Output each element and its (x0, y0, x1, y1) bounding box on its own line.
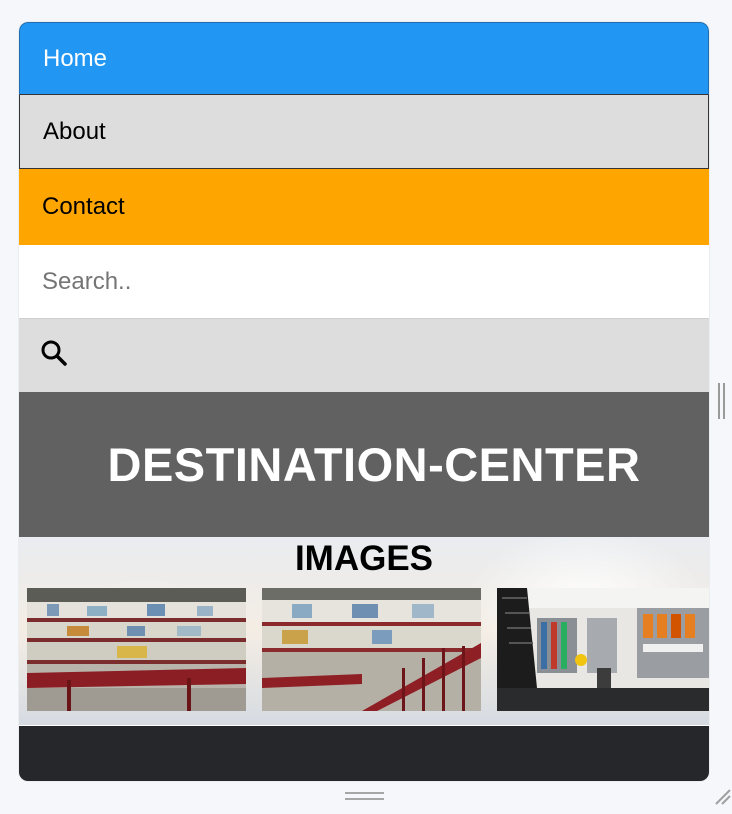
page-frame: Home About Contact DESTINATION-CENTER IM… (19, 22, 709, 781)
images-heading: IMAGES (294, 539, 434, 578)
nav-contact-label: Contact (42, 193, 125, 220)
banner-title: DESTINATION-CENTER (107, 438, 641, 491)
nav-contact-link[interactable]: Contact (19, 169, 709, 245)
nav-home-link[interactable]: Home (19, 22, 709, 95)
search-button[interactable] (19, 319, 709, 392)
drag-handle-icon[interactable] (345, 792, 384, 800)
page-footer (19, 726, 709, 781)
mall-atrium-photo[interactable] (262, 588, 481, 711)
store-interior-photo[interactable] (497, 588, 709, 711)
hero-banner: DESTINATION-CENTER (19, 392, 709, 537)
search-icon (40, 339, 68, 372)
search-input[interactable] (19, 245, 709, 319)
nav-about-link[interactable]: About (19, 95, 709, 169)
mall-atrium-photo[interactable] (27, 588, 246, 711)
scrollbar-handle[interactable] (718, 383, 725, 419)
resize-grip-icon[interactable] (712, 786, 732, 806)
nav-about-label: About (43, 117, 106, 145)
nav-home-label: Home (43, 44, 108, 72)
images-section: IMAGES (19, 537, 709, 725)
